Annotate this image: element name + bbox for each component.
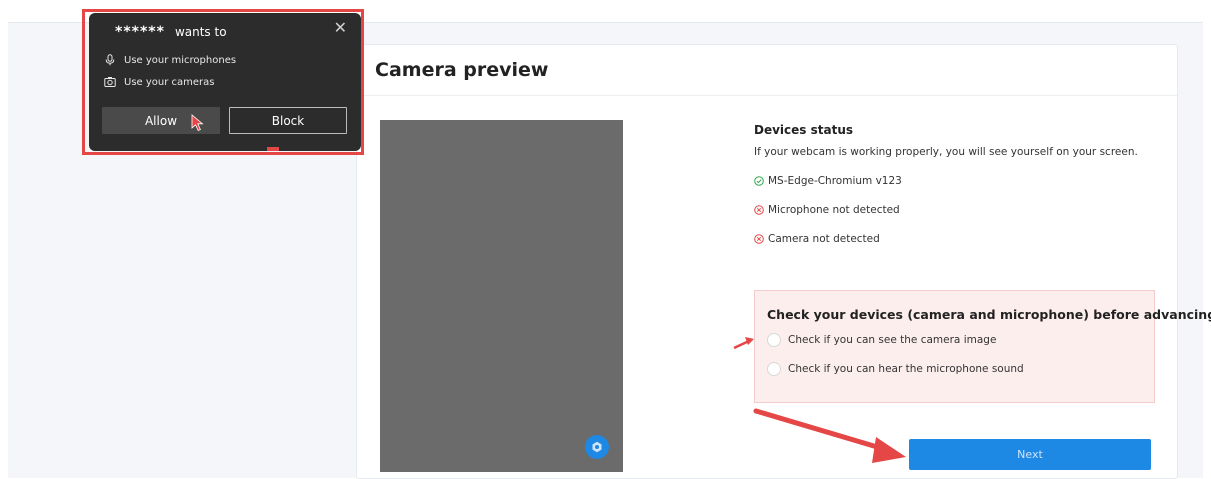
devices-status-description: If your webcam is working properly, you … [754, 146, 1138, 158]
microphone-icon [105, 54, 115, 66]
camera-icon [104, 77, 116, 87]
status-microphone-label: Microphone not detected [768, 204, 900, 216]
camera-settings-button[interactable] [585, 435, 609, 459]
permission-prompt-title: ****** wants to [115, 24, 227, 40]
pointer-cursor-icon [191, 114, 204, 132]
device-check-panel: Check your devices (camera and microphon… [754, 290, 1211, 403]
close-icon[interactable]: ✕ [334, 20, 347, 36]
device-check-heading: Check your devices (camera and microphon… [767, 307, 1211, 322]
error-circle-icon [754, 205, 764, 215]
microphone-check-option[interactable]: Check if you can hear the microphone sou… [767, 362, 1024, 376]
page-title: Camera preview [375, 59, 549, 81]
permission-camera: Use your cameras [104, 76, 215, 88]
camera-check-option[interactable]: Check if you can see the camera image [767, 333, 996, 347]
wants-to-text: wants to [174, 25, 227, 39]
permission-prompt: ****** wants to ✕ Use your microphones U… [89, 13, 361, 151]
camera-check-radio[interactable] [767, 333, 781, 347]
settings-icon [592, 441, 602, 453]
block-button[interactable]: Block [229, 107, 347, 134]
status-browser-label: MS-Edge-Chromium v123 [768, 175, 902, 187]
check-circle-icon [754, 176, 764, 186]
next-button[interactable]: Next [909, 439, 1151, 470]
annotation-arrow-icon [733, 337, 754, 350]
title-divider [357, 95, 1177, 96]
status-camera-label: Camera not detected [768, 233, 880, 245]
status-browser: MS-Edge-Chromium v123 [754, 175, 1174, 187]
devices-status-heading: Devices status [754, 123, 854, 137]
camera-video-area [380, 120, 623, 472]
prompt-anchor [267, 147, 279, 151]
status-microphone: Microphone not detected [754, 204, 1174, 216]
annotation-arrow-icon [753, 408, 906, 463]
camera-check-label: Check if you can see the camera image [788, 334, 997, 346]
permission-camera-label: Use your cameras [124, 76, 215, 88]
devices-status: Devices status If your webcam is working… [754, 123, 1174, 262]
error-circle-icon [754, 234, 764, 244]
status-camera: Camera not detected [754, 233, 1174, 245]
site-name: ****** [115, 24, 165, 40]
permission-microphone: Use your microphones [104, 54, 236, 66]
microphone-check-label: Check if you can hear the microphone sou… [788, 363, 1024, 375]
permission-microphone-label: Use your microphones [124, 54, 237, 66]
microphone-check-radio[interactable] [767, 362, 781, 376]
